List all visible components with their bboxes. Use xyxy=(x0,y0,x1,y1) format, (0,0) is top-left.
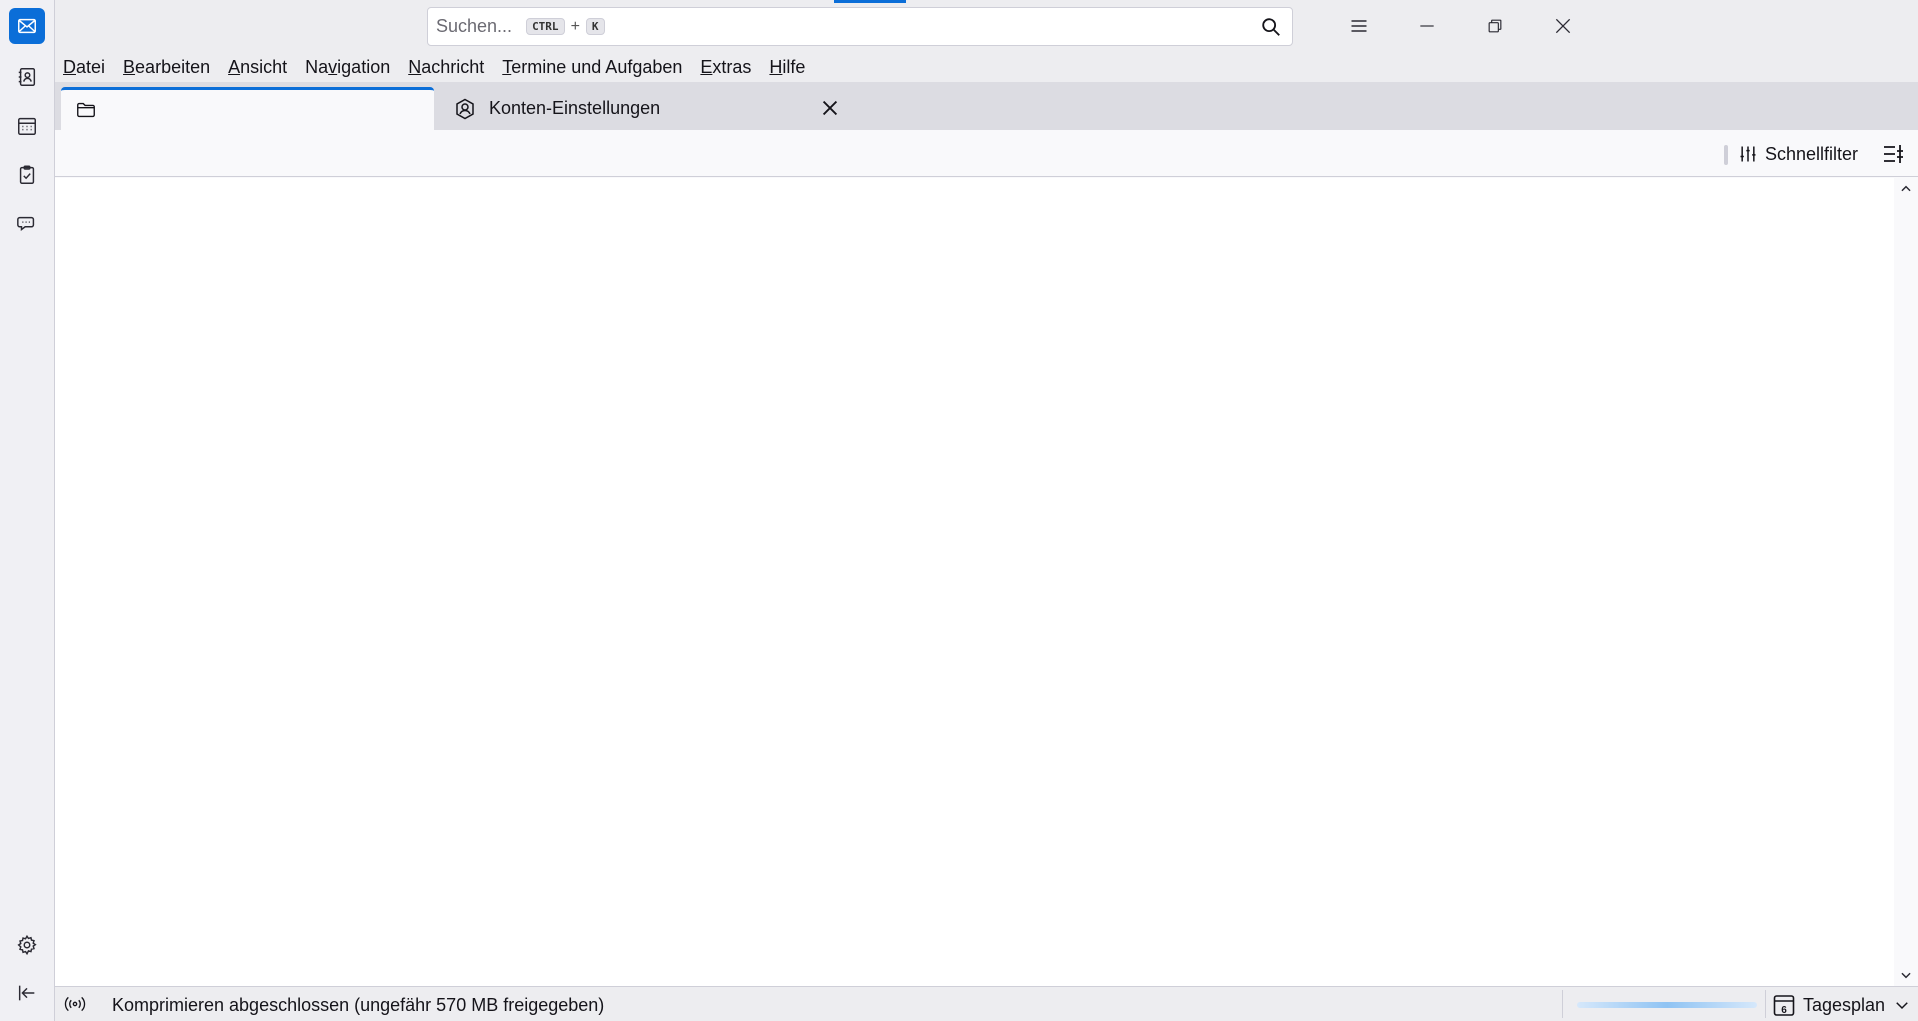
progress-bar xyxy=(1577,1002,1757,1008)
settings-button[interactable] xyxy=(9,927,45,963)
quick-filter-label: Schnellfilter xyxy=(1765,143,1859,164)
calendar-day-icon: 6 xyxy=(1773,995,1795,1016)
scrollbar[interactable] xyxy=(1894,178,1918,986)
collapse-spaces-button[interactable] xyxy=(9,975,45,1011)
status-bar: Komprimieren abgeschlossen (ungefähr 570… xyxy=(55,986,1918,1021)
tasks-icon xyxy=(19,165,35,184)
menu-bearbeiten[interactable]: Bearbeiten xyxy=(123,57,210,78)
message-list-pane[interactable] xyxy=(55,178,1894,986)
shortcut-ctrl-key: CTRL xyxy=(526,18,565,35)
address-book-space-button[interactable] xyxy=(9,59,45,95)
close-window-button[interactable] xyxy=(1529,0,1597,52)
filter-sliders-icon xyxy=(1740,146,1756,162)
menu-ansicht[interactable]: Ansicht xyxy=(228,57,287,78)
spaces-toolbar xyxy=(0,0,55,1021)
tasks-space-button[interactable] xyxy=(9,157,45,193)
calendar-icon xyxy=(18,117,36,135)
tab-bar: Konten-Einstellungen xyxy=(55,82,1918,130)
status-message: Komprimieren abgeschlossen (ungefähr 570… xyxy=(112,995,605,1015)
restore-icon xyxy=(1488,19,1502,33)
menu-extras[interactable]: Extras xyxy=(700,57,751,78)
tab-mail-folder[interactable] xyxy=(61,87,434,130)
chat-space-button[interactable] xyxy=(9,206,45,242)
chevron-down-icon xyxy=(1896,1002,1908,1010)
close-tab-icon[interactable] xyxy=(819,97,841,119)
title-accent-line xyxy=(834,0,906,3)
mail-space-button[interactable] xyxy=(9,8,45,44)
close-icon xyxy=(1555,18,1571,34)
menu-navigation[interactable]: Navigation xyxy=(305,57,390,78)
menu-datei[interactable]: Datei xyxy=(63,57,105,78)
chat-icon xyxy=(17,216,35,231)
account-settings-icon xyxy=(456,98,474,119)
shortcut-plus: + xyxy=(570,17,580,35)
online-status-icon[interactable] xyxy=(63,994,87,1014)
today-pane-label: Tagesplan xyxy=(1803,994,1886,1015)
app-menu-button[interactable] xyxy=(1325,0,1393,52)
menu-nachricht[interactable]: Nachricht xyxy=(408,57,484,78)
search-input[interactable]: Suchen... CTRL + K xyxy=(427,7,1293,46)
tab-account-settings[interactable]: Konten-Einstellungen xyxy=(439,87,859,130)
tab-account-settings-label: Konten-Einstellungen xyxy=(489,98,661,118)
menu-bar: Datei Bearbeiten Ansicht Navigation Nach… xyxy=(55,52,1918,82)
calendar-day-number: 6 xyxy=(1781,1005,1787,1016)
title-bar: Suchen... CTRL + K xyxy=(55,0,1918,52)
status-separator xyxy=(1562,990,1563,1018)
filter-separator xyxy=(1724,145,1728,165)
status-separator xyxy=(1765,990,1766,1018)
hamburger-menu-icon xyxy=(1351,20,1367,32)
scroll-down-icon[interactable] xyxy=(1899,968,1913,982)
folder-icon xyxy=(77,102,95,118)
quick-filter-bar: Schnellfilter xyxy=(55,130,1918,177)
menu-hilfe[interactable]: Hilfe xyxy=(769,57,805,78)
calendar-space-button[interactable] xyxy=(9,108,45,144)
search-placeholder: Suchen... xyxy=(436,16,513,36)
address-book-icon xyxy=(18,68,36,86)
gear-icon xyxy=(17,934,37,956)
restore-button[interactable] xyxy=(1461,0,1529,52)
quick-filter-button[interactable]: Schnellfilter xyxy=(1738,140,1858,168)
collapse-icon xyxy=(18,985,35,1001)
menu-termine-und-aufgaben[interactable]: Termine und Aufgaben xyxy=(502,57,682,78)
shortcut-k-key: K xyxy=(585,18,605,35)
minimize-icon xyxy=(1420,25,1434,27)
minimize-button[interactable] xyxy=(1393,0,1461,52)
scroll-up-icon[interactable] xyxy=(1899,182,1913,196)
mail-icon xyxy=(18,18,36,34)
search-icon[interactable] xyxy=(1260,16,1282,38)
thread-pane-options-icon[interactable] xyxy=(1881,142,1905,166)
today-pane-button[interactable]: 6 Tagesplan xyxy=(1773,991,1911,1019)
